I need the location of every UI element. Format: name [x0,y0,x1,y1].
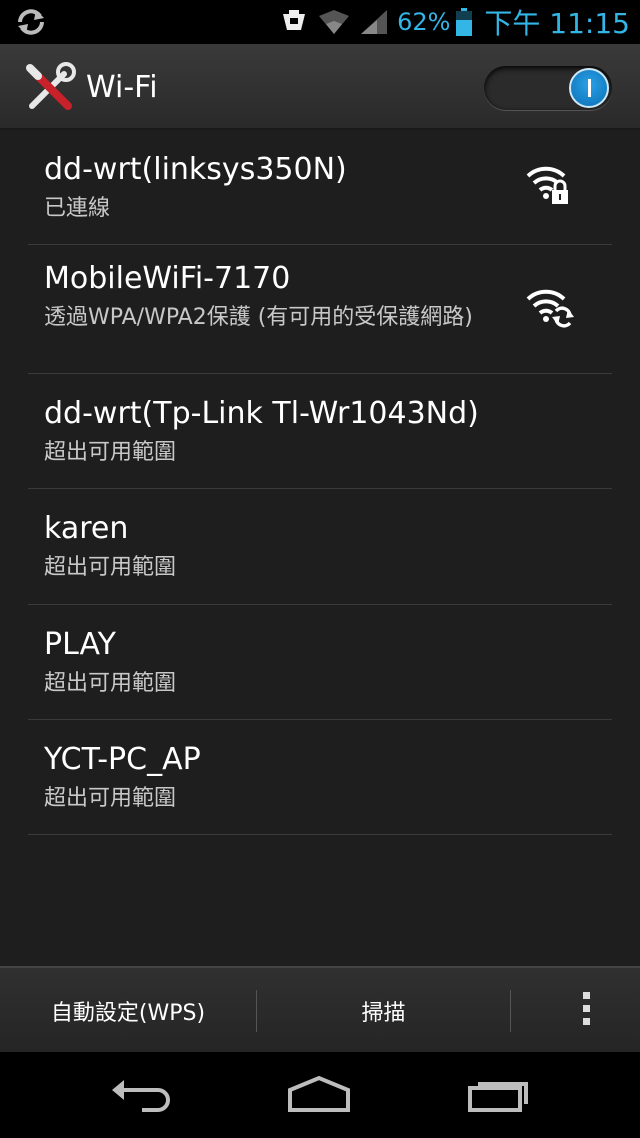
toggle-knob[interactable] [569,68,609,108]
wifi-lock-icon [524,162,578,212]
network-item[interactable]: dd-wrt(Tp-Link Tl-Wr1043Nd) 超出可用範圍 [28,374,612,489]
network-name: YCT-PC_AP [44,742,201,777]
network-name: dd-wrt(Tp-Link Tl-Wr1043Nd) [44,396,479,431]
network-list: dd-wrt(linksys350N) 已連線 MobileWiFi-7170 … [0,130,640,966]
tools-icon [24,62,76,114]
wifi-wps-icon [524,285,578,335]
recent-apps-icon[interactable] [464,1072,534,1118]
overflow-menu-icon[interactable] [578,992,594,1032]
back-icon[interactable] [106,1072,176,1118]
network-status: 超出可用範圍 [44,786,177,811]
usb-debug-icon [277,7,311,37]
scan-button[interactable]: 掃描 [257,968,510,1054]
network-status: 超出可用範圍 [44,671,177,696]
network-item[interactable]: dd-wrt(linksys350N) 已連線 [28,130,612,245]
page-title: Wi-Fi [86,70,158,105]
network-item[interactable]: YCT-PC_AP 超出可用範圍 [28,720,612,835]
network-name: PLAY [44,627,117,662]
battery-icon [456,8,473,36]
wps-button[interactable]: 自動設定(WPS) [0,968,256,1054]
network-item[interactable]: karen 超出可用範圍 [28,489,612,605]
network-name: karen [44,511,129,546]
wifi-toggle[interactable] [484,66,612,110]
network-item[interactable]: PLAY 超出可用範圍 [28,605,612,720]
navigation-bar [0,1052,640,1138]
network-name: dd-wrt(linksys350N) [44,152,347,187]
battery-percent: 62% [397,8,451,36]
settings-header: Wi-Fi [0,44,640,130]
network-status: 已連線 [44,196,111,221]
divider [510,990,511,1032]
network-status: 透過WPA/WPA2保護 (有可用的受保護網路) [44,305,473,330]
wifi-signal-icon [317,7,351,37]
network-status: 超出可用範圍 [44,440,177,465]
action-bar: 自動設定(WPS) 掃描 [0,966,640,1052]
network-status: 超出可用範圍 [44,555,177,580]
clock: 下午 11:15 [484,7,630,40]
status-bar: 62% 下午 11:15 [0,0,640,44]
cell-signal-icon [357,7,391,37]
network-item[interactable]: MobileWiFi-7170 透過WPA/WPA2保護 (有可用的受保護網路) [28,245,612,374]
network-name: MobileWiFi-7170 [44,261,291,296]
sync-icon [14,6,48,38]
home-icon[interactable] [284,1072,354,1118]
